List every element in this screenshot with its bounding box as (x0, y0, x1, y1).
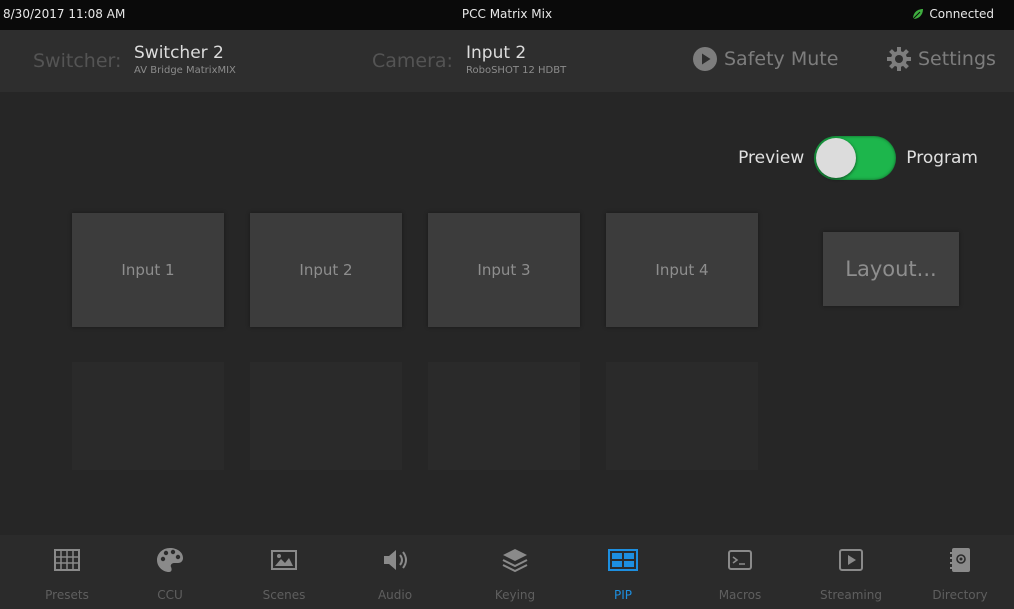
play-icon (839, 549, 863, 571)
status-bar: 8/30/2017 11:08 AM PCC Matrix Mix Connec… (0, 0, 1014, 30)
connection-status: Connected (912, 7, 994, 21)
input-4-button[interactable]: Input 4 (606, 213, 758, 327)
nav-streaming[interactable]: Streaming (811, 535, 891, 609)
play-circle-icon (693, 47, 717, 71)
camera-name[interactable]: Input 2 (466, 43, 526, 63)
pip-icon (608, 549, 638, 571)
program-label: Program (906, 148, 978, 168)
nav-audio[interactable]: Audio (355, 535, 435, 609)
nav-label: Presets (45, 588, 89, 602)
nav-presets[interactable]: Presets (27, 535, 107, 609)
empty-slot (428, 362, 580, 470)
connection-label: Connected (929, 7, 994, 21)
layout-button[interactable]: Layout... (823, 232, 959, 306)
speaker-icon (384, 550, 407, 570)
settings-label: Settings (918, 48, 996, 70)
bottom-nav: Presets CCU Scenes Audio Keying PIP Macr… (0, 535, 1014, 609)
nav-ccu[interactable]: CCU (130, 535, 210, 609)
palette-icon (157, 548, 183, 572)
grid-icon (54, 549, 80, 571)
app-title: PCC Matrix Mix (461, 7, 553, 21)
input-3-button[interactable]: Input 3 (428, 213, 580, 327)
settings-button[interactable]: Settings (886, 46, 996, 72)
address-book-icon (950, 548, 970, 572)
nav-label: Scenes (262, 588, 306, 602)
nav-pip[interactable]: PIP (583, 535, 663, 609)
camera-label: Camera: (372, 50, 453, 72)
nav-label: Streaming (820, 588, 882, 602)
header-bar: Switcher: Switcher 2 AV Bridge MatrixMIX… (0, 30, 1014, 92)
nav-label: PIP (613, 588, 632, 602)
input-1-button[interactable]: Input 1 (72, 213, 224, 327)
nav-label: Audio (377, 588, 413, 602)
switcher-model: AV Bridge MatrixMIX (134, 65, 236, 76)
terminal-icon (728, 550, 752, 570)
layers-icon (502, 549, 528, 573)
nav-label: Directory (932, 588, 988, 602)
nav-label: CCU (157, 588, 183, 602)
safety-mute-label: Safety Mute (724, 48, 839, 70)
image-icon (271, 550, 297, 570)
nav-keying[interactable]: Keying (475, 535, 555, 609)
empty-slot (606, 362, 758, 470)
nav-label: Macros (718, 588, 762, 602)
empty-slot (72, 362, 224, 470)
nav-macros[interactable]: Macros (700, 535, 780, 609)
nav-directory[interactable]: Directory (920, 535, 1000, 609)
nav-scenes[interactable]: Scenes (244, 535, 324, 609)
switcher-name[interactable]: Switcher 2 (134, 43, 224, 63)
leaf-icon (913, 9, 924, 20)
preview-program-switch[interactable] (814, 136, 897, 180)
switch-knob (816, 138, 857, 178)
preview-label: Preview (738, 148, 805, 168)
nav-label: Keying (494, 588, 536, 602)
camera-model: RoboSHOT 12 HDBT (466, 65, 567, 76)
gear-icon (887, 47, 911, 71)
switcher-label: Switcher: (33, 50, 122, 72)
safety-mute-button[interactable]: Safety Mute (692, 46, 838, 72)
input-2-button[interactable]: Input 2 (250, 213, 402, 327)
empty-slot (250, 362, 402, 470)
preview-program-toggle-row: Preview Program (738, 136, 978, 180)
